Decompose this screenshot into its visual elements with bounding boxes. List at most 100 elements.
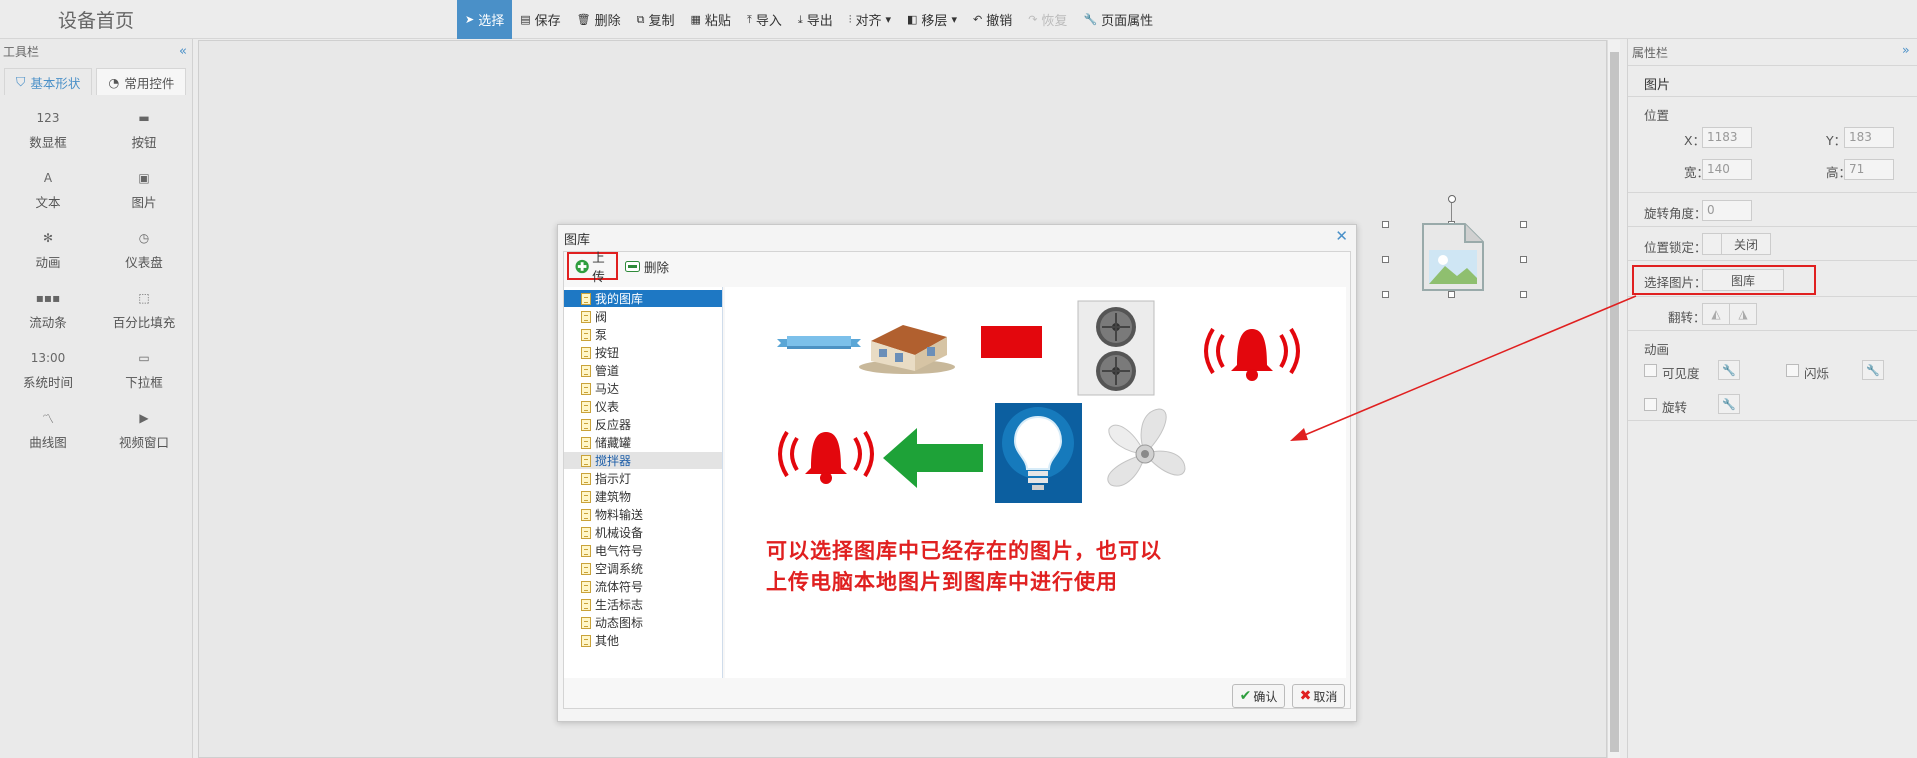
toolbar-button[interactable]: ▤ 保存 — [512, 0, 568, 39]
blink-checkbox[interactable] — [1786, 364, 1799, 377]
toolbar-button[interactable]: ▦ 粘贴 — [683, 0, 739, 39]
tool-item[interactable]: ▪▪▪ 流动条 — [0, 290, 96, 340]
category-item[interactable]: 反应器 — [564, 416, 722, 433]
flip-horizontal-icon[interactable]: ◭ — [1702, 303, 1730, 325]
category-item[interactable]: 建筑物 — [564, 488, 722, 505]
category-item[interactable]: 流体符号 — [564, 578, 722, 595]
close-icon[interactable]: ✕ — [1335, 227, 1348, 245]
tool-item[interactable]: ▬ 按钮 — [96, 110, 192, 160]
category-label: 储藏罐 — [595, 436, 632, 450]
resize-handle[interactable] — [1382, 291, 1389, 298]
category-item[interactable]: 阀 — [564, 308, 722, 325]
resize-handle[interactable] — [1448, 291, 1455, 298]
resize-handle[interactable] — [1520, 221, 1527, 228]
category-item[interactable]: 电气符号 — [564, 542, 722, 559]
tool-item[interactable]: ▭ 下拉框 — [96, 350, 192, 400]
toolbar-button[interactable]: ⧉ 复制 — [629, 0, 683, 39]
tool-item[interactable]: ✻ 动画 — [0, 230, 96, 280]
scrollbar-thumb[interactable] — [1610, 52, 1619, 752]
category-item[interactable]: 其他 — [564, 632, 722, 649]
category-item[interactable]: 动态图标 — [564, 614, 722, 631]
system-time-icon: 13:00 — [30, 351, 66, 365]
height-input[interactable]: 71 — [1844, 159, 1894, 180]
rotation-input[interactable]: 0 — [1702, 200, 1752, 221]
category-item[interactable]: 搅拌器 — [564, 452, 722, 469]
red-rectangle-icon[interactable] — [981, 326, 1042, 358]
category-item[interactable]: 泵 — [564, 326, 722, 343]
tab-common-controls[interactable]: ◔ 常用控件 — [96, 68, 187, 95]
category-item[interactable]: 仪表 — [564, 398, 722, 415]
collapse-right-icon[interactable]: » — [1902, 42, 1910, 57]
tool-item[interactable]: ⬚ 百分比填充 — [96, 290, 192, 340]
select-image-row: 选择图片： 图库 — [1628, 261, 1917, 297]
delete-button[interactable]: 删除 — [625, 252, 669, 280]
width-input[interactable]: 140 — [1702, 159, 1752, 180]
y-input[interactable]: 183 — [1844, 127, 1894, 148]
confirm-button[interactable]: ✔ 确认 — [1232, 684, 1285, 708]
toolbar-button[interactable]: ⤓ 导出 — [790, 0, 841, 39]
resize-handle[interactable] — [1520, 291, 1527, 298]
category-item[interactable]: 储藏罐 — [564, 434, 722, 451]
category-item[interactable]: 指示灯 — [564, 470, 722, 487]
light-bulb-icon[interactable] — [995, 403, 1082, 503]
tab-label: 常用控件 — [124, 75, 175, 91]
toolbar-button[interactable]: 🗑 删除 — [569, 0, 629, 39]
toolbar-button[interactable]: ⫶ 对齐 ▾ — [841, 0, 899, 39]
arrow-left-icon[interactable] — [883, 428, 983, 488]
category-item[interactable]: 管道 — [564, 362, 722, 379]
rotate-handle[interactable] — [1448, 195, 1456, 203]
air-conditioner-icon[interactable] — [1076, 299, 1156, 397]
cancel-button[interactable]: ✖ 取消 — [1292, 684, 1345, 708]
canvas-scrollbar[interactable] — [1607, 40, 1620, 758]
tool-item[interactable]: ▣ 图片 — [96, 170, 192, 220]
properties-title: 属性栏 — [1632, 46, 1669, 60]
ribbon-banner-icon[interactable] — [777, 331, 861, 355]
resize-handle[interactable] — [1382, 221, 1389, 228]
tool-item[interactable]: 〽曲线图 — [0, 410, 96, 460]
category-item[interactable]: 按钮 — [564, 344, 722, 361]
category-item[interactable]: 机械设备 — [564, 524, 722, 541]
lock-toggle[interactable]: 关闭 — [1721, 233, 1771, 255]
category-label: 管道 — [595, 364, 620, 378]
selected-image-element[interactable] — [1382, 195, 1527, 298]
resize-handle[interactable] — [1382, 256, 1389, 263]
house-icon[interactable] — [857, 315, 957, 375]
category-label: 物料输送 — [595, 508, 644, 522]
alarm-bell-icon[interactable] — [775, 424, 877, 486]
tab-basic-shapes[interactable]: ⛉ 基本形状 — [4, 68, 93, 95]
wrench-icon[interactable]: 🔧 — [1718, 394, 1740, 414]
lock-toggle-knob[interactable] — [1702, 233, 1722, 255]
tool-item[interactable]: 123 数显框 — [0, 110, 96, 160]
wrench-icon[interactable]: 🔧 — [1718, 360, 1740, 380]
toolbar-button[interactable]: ⤒ 导入 — [739, 0, 790, 39]
visibility-checkbox[interactable] — [1644, 364, 1657, 377]
flip-vertical-icon[interactable]: ◮ — [1729, 303, 1757, 325]
collapse-left-icon[interactable]: « — [179, 44, 187, 59]
toolbar-label: 撤销 — [986, 14, 1013, 29]
category-item[interactable]: 马达 — [564, 380, 722, 397]
category-label: 阀 — [595, 310, 608, 324]
category-item[interactable]: 空调系统 — [564, 560, 722, 577]
toolbar-button[interactable]: ➤ 选择 — [457, 0, 513, 39]
category-item[interactable]: 生活标志 — [564, 596, 722, 613]
toolbar-button[interactable]: ◧ 移层 ▾ — [899, 0, 965, 39]
category-item[interactable]: 物料输送 — [564, 506, 722, 523]
x-input[interactable]: 1183 — [1702, 127, 1752, 148]
tool-item[interactable]: 13:00 系统时间 — [0, 350, 96, 400]
category-item[interactable]: 我的图库 — [564, 290, 722, 307]
tool-item[interactable]: ◷ 仪表盘 — [96, 230, 192, 280]
visibility-label: 可见度 — [1662, 366, 1700, 381]
resize-handle[interactable] — [1520, 256, 1527, 263]
gallery-button[interactable]: 图库 — [1702, 269, 1784, 291]
fan-icon[interactable] — [1097, 405, 1193, 503]
rotate-checkbox[interactable] — [1644, 398, 1657, 411]
tool-item[interactable]: ▶ 视频窗口 — [96, 410, 192, 460]
main-toolbar: ➤ 选择 ▤ 保存 🗑 删除 ⧉ 复制 ▦ 粘贴 ⤒ 导入 ⤓ 导出 ⫶ 对齐 ▾ ◧ 移层 ▾ ↶ 撤销 ↷ 恢复 🔧 页面属性 — [457, 0, 1161, 39]
toolbar-button[interactable]: 🔧 页面属性 — [1075, 0, 1161, 39]
upload-button[interactable]: 上传 — [567, 250, 618, 284]
toolbar-button[interactable]: ↶ 撤销 — [965, 0, 1020, 39]
alarm-bell-icon[interactable] — [1201, 321, 1303, 383]
tool-item[interactable]: A 文本 — [0, 170, 96, 220]
toolbar-button[interactable]: ↷ 恢复 — [1020, 0, 1075, 39]
wrench-icon[interactable]: 🔧 — [1862, 360, 1884, 380]
